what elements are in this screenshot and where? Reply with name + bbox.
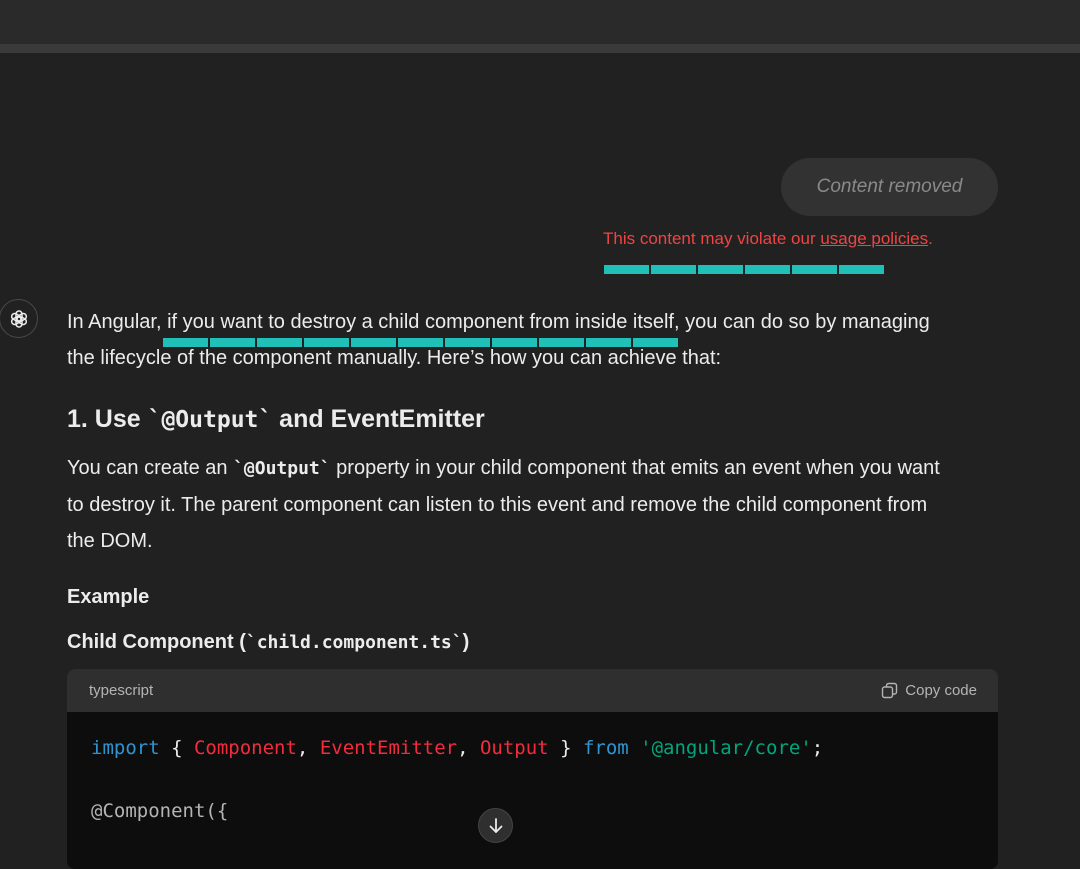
dash-segment (445, 338, 490, 347)
dash-segment (351, 338, 396, 347)
dash-segment (163, 338, 208, 347)
paragraph-1-suffix: property in your child component that em… (330, 457, 940, 479)
code-token: , (296, 737, 320, 759)
section-heading-number: 1. Use (67, 405, 148, 433)
code-language-label: typescript (89, 682, 154, 699)
policy-warning-prefix: This content may violate our (603, 229, 821, 248)
openai-logo-icon (10, 309, 27, 328)
paragraph-1-prefix: You can create an (67, 457, 234, 479)
usage-policies-link[interactable]: usage policies (820, 229, 928, 248)
user-message-bubble: Content removed (781, 158, 998, 216)
code-token: } (548, 737, 583, 759)
highlight-marker-inline (163, 338, 678, 347)
arrow-down-icon (489, 817, 502, 833)
code-token-component: Component (193, 737, 297, 759)
user-message-text: Content removed (816, 176, 963, 197)
paragraph-1-line-2: to destroy it. The parent component can … (67, 494, 928, 516)
dash-segment (304, 338, 349, 347)
code-line-1: import { Component, EventEmitter, Output… (91, 734, 998, 762)
code-block-header: typescript Copy code (67, 669, 998, 712)
dash-segment (698, 265, 743, 274)
code-token-output: Output (479, 737, 549, 759)
code-token-import: import (91, 737, 160, 759)
paragraph-1-line-3: the DOM. (67, 530, 153, 552)
copy-icon (882, 682, 898, 699)
dash-segment (586, 338, 631, 347)
code-token-module: '@angular/core' (640, 737, 812, 759)
dash-segment (492, 338, 537, 347)
child-component-heading: Child Component (`child.component.ts`) (67, 628, 469, 657)
intro-line-1: In Angular, if you want to destroy a chi… (67, 311, 930, 333)
example-heading: Example (67, 586, 150, 608)
section-heading-code: `@Output` (147, 407, 273, 433)
code-block: typescript Copy code import { Component,… (67, 669, 998, 869)
dash-segment (210, 338, 255, 347)
copy-code-label: Copy code (905, 682, 977, 699)
code-token-from: from (582, 737, 629, 759)
section-heading-rest: and EventEmitter (272, 405, 485, 433)
highlight-marker-top (604, 265, 884, 274)
dash-segment (539, 338, 584, 347)
dash-segment (745, 265, 790, 274)
copy-code-button[interactable]: Copy code (881, 682, 977, 699)
dash-segment (398, 338, 443, 347)
top-bar-divider (0, 44, 1080, 53)
policy-warning: This content may violate our usage polic… (603, 229, 933, 249)
policy-warning-suffix: . (928, 229, 933, 248)
paragraph-1-line-1: You can create an `@Output` property in … (67, 450, 940, 487)
code-token-eventemitter: EventEmitter (319, 737, 458, 759)
dash-segment (839, 265, 884, 274)
code-token: , (457, 737, 480, 759)
child-heading-prefix: Child Component ( (67, 631, 246, 653)
code-body: import { Component, EventEmitter, Output… (67, 712, 998, 825)
dash-segment (792, 265, 837, 274)
child-heading-code: `child.component.ts` (245, 632, 463, 653)
code-line-2: @Component({ (91, 800, 229, 822)
code-token: { (159, 737, 194, 759)
top-bar (0, 0, 1080, 44)
child-heading-suffix: ) (462, 631, 470, 653)
dash-segment (633, 338, 678, 347)
dash-segment (651, 265, 696, 274)
paragraph-1-code: `@Output` (233, 458, 331, 479)
dash-segment (604, 265, 649, 274)
section-heading-1: 1. Use `@Output` and EventEmitter (67, 402, 485, 437)
assistant-avatar (0, 299, 38, 338)
dash-segment (257, 338, 302, 347)
code-token: ; (811, 737, 824, 759)
